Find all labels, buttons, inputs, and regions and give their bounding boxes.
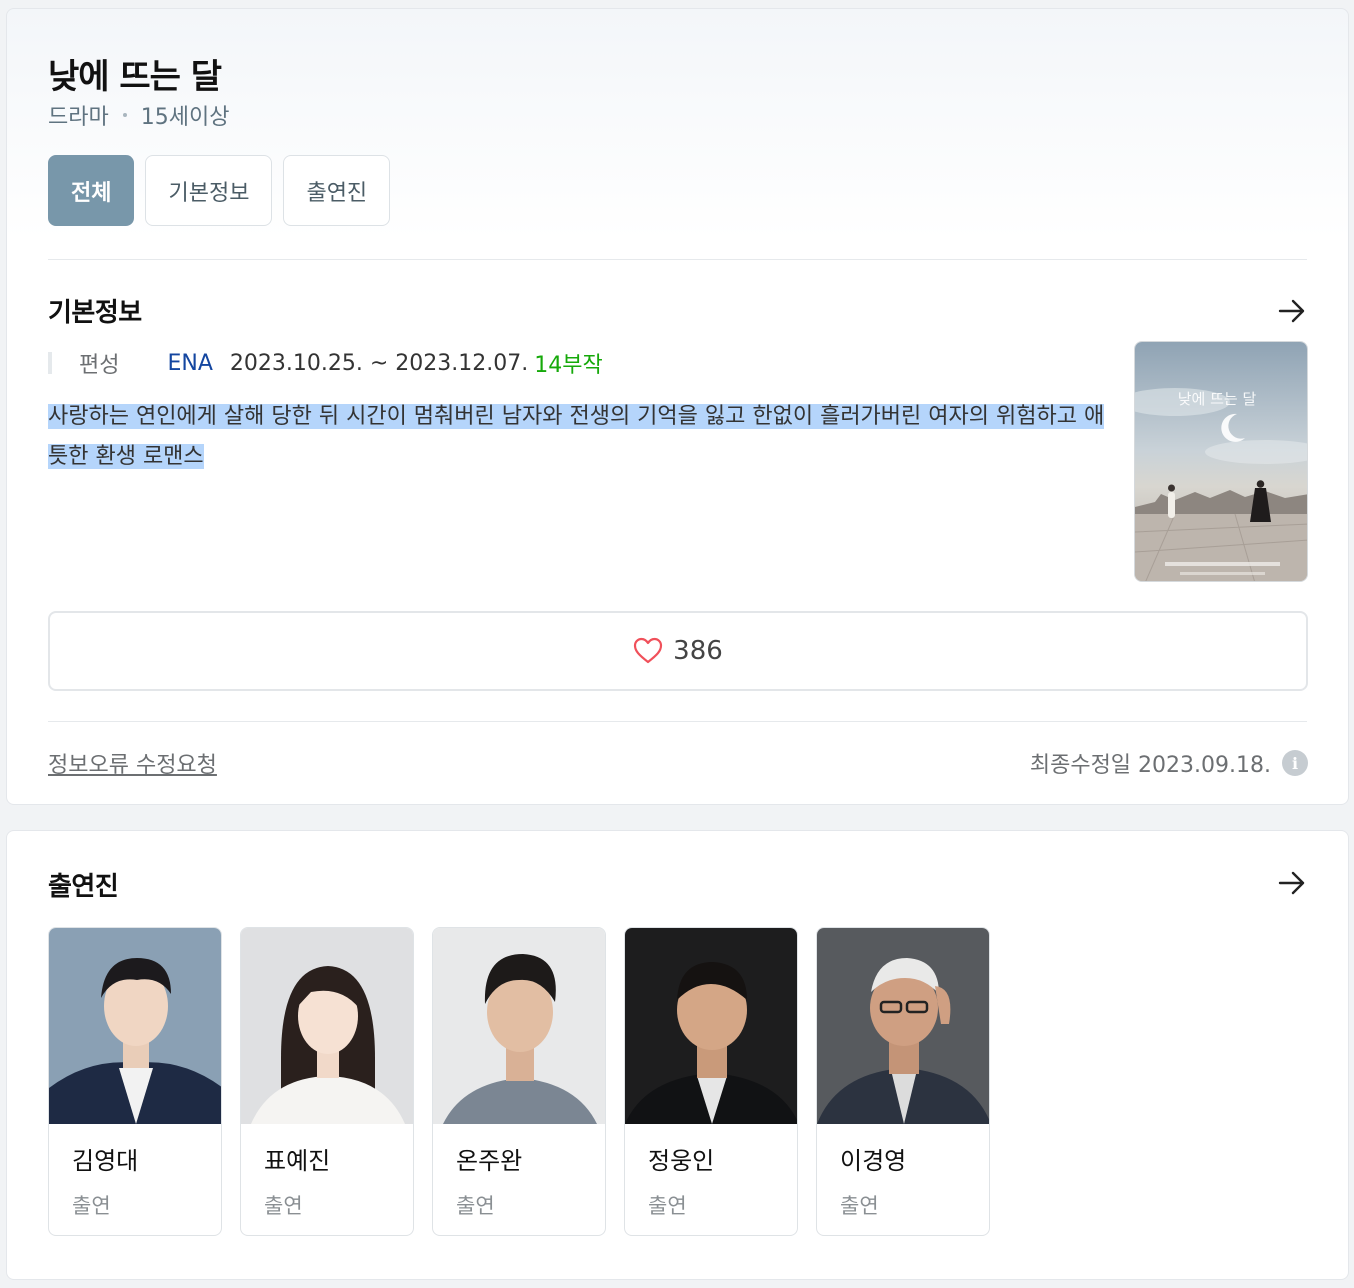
tab-bar: 전체 기본정보 출연진: [48, 155, 391, 226]
genre-text: 드라마: [48, 105, 109, 130]
actor-photo: [433, 928, 605, 1124]
poster-image[interactable]: 낮에 뜨는 달: [1134, 341, 1308, 582]
cast-list: 김영대 출연 표예진 출연 온주완 출연 정웅인 출연 이경영 출연: [48, 927, 990, 1236]
like-count: 386: [673, 636, 723, 666]
program-info-card: 낮에 뜨는 달 드라마 15세이상 전체 기본정보 출연진 기본정보 편성 EN…: [6, 8, 1349, 805]
divider: [48, 721, 1307, 722]
cast-card: 출연진 김영대 출연 표예진 출연 온주완 출연 정웅인 출연 이경영 출연: [6, 830, 1349, 1280]
divider: [48, 259, 1307, 260]
meta-bar: [48, 352, 52, 374]
poster-art: 낮에 뜨는 달: [1135, 342, 1307, 581]
synopsis: 사랑하는 연인에게 살해 당한 뒤 시간이 멈춰버린 남자와 전생의 기억을 잃…: [48, 397, 1114, 477]
broadcast-label: 편성: [79, 353, 120, 378]
last-updated-text: 최종수정일 2023.09.18.: [1029, 753, 1271, 778]
episode-count: 14부작: [534, 353, 603, 378]
cast-member-card[interactable]: 이경영 출연: [816, 927, 990, 1236]
program-title: 낮에 뜨는 달: [48, 57, 222, 97]
tab-cast[interactable]: 출연진: [283, 155, 391, 226]
info-icon[interactable]: i: [1282, 750, 1308, 776]
cast-heading: 출연진: [48, 872, 119, 902]
actor-name: 이경영: [840, 1147, 907, 1175]
air-dates: 2023.10.25. ~ 2023.12.07.: [229, 350, 529, 376]
actor-photo: [625, 928, 797, 1124]
actor-photo: [241, 928, 413, 1124]
report-error-link[interactable]: 정보오류 수정요청: [48, 747, 217, 779]
actor-name: 정웅인: [648, 1147, 715, 1175]
poster-title-text: 낮에 뜨는 달: [1178, 390, 1257, 408]
cast-member-card[interactable]: 온주완 출연: [432, 927, 606, 1236]
broadcaster-link[interactable]: ENA: [167, 351, 212, 376]
broadcast-meta-row: 편성 ENA 2023.10.25. ~ 2023.12.07. 14부작: [48, 347, 603, 379]
synopsis-text: 사랑하는 연인에게 살해 당한 뒤 시간이 멈춰버린 남자와 전생의 기억을 잃…: [48, 404, 1105, 469]
actor-role: 출연: [648, 1194, 687, 1218]
arrow-right-icon[interactable]: [1276, 867, 1308, 899]
cast-member-card[interactable]: 김영대 출연: [48, 927, 222, 1236]
actor-photo: [817, 928, 989, 1124]
actor-role: 출연: [72, 1194, 111, 1218]
cast-member-card[interactable]: 정웅인 출연: [624, 927, 798, 1236]
separator-dot: [122, 113, 127, 117]
like-button[interactable]: 386: [48, 611, 1308, 691]
last-updated: 최종수정일 2023.09.18. i: [1030, 747, 1308, 779]
actor-photo: [49, 928, 221, 1124]
cast-member-card[interactable]: 표예진 출연: [240, 927, 414, 1236]
actor-role: 출연: [840, 1194, 879, 1218]
heart-icon: [634, 637, 663, 664]
arrow-right-icon[interactable]: [1276, 295, 1308, 327]
program-subline: 드라마 15세이상: [48, 99, 229, 131]
tab-basic-info[interactable]: 기본정보: [145, 155, 273, 226]
basic-info-heading: 기본정보: [48, 298, 142, 328]
actor-name: 온주완: [456, 1147, 523, 1175]
rating-text: 15세이상: [140, 105, 230, 130]
actor-role: 출연: [264, 1194, 303, 1218]
actor-name: 표예진: [264, 1147, 331, 1175]
actor-name: 김영대: [72, 1147, 139, 1175]
tab-all[interactable]: 전체: [48, 155, 135, 226]
actor-role: 출연: [456, 1194, 495, 1218]
